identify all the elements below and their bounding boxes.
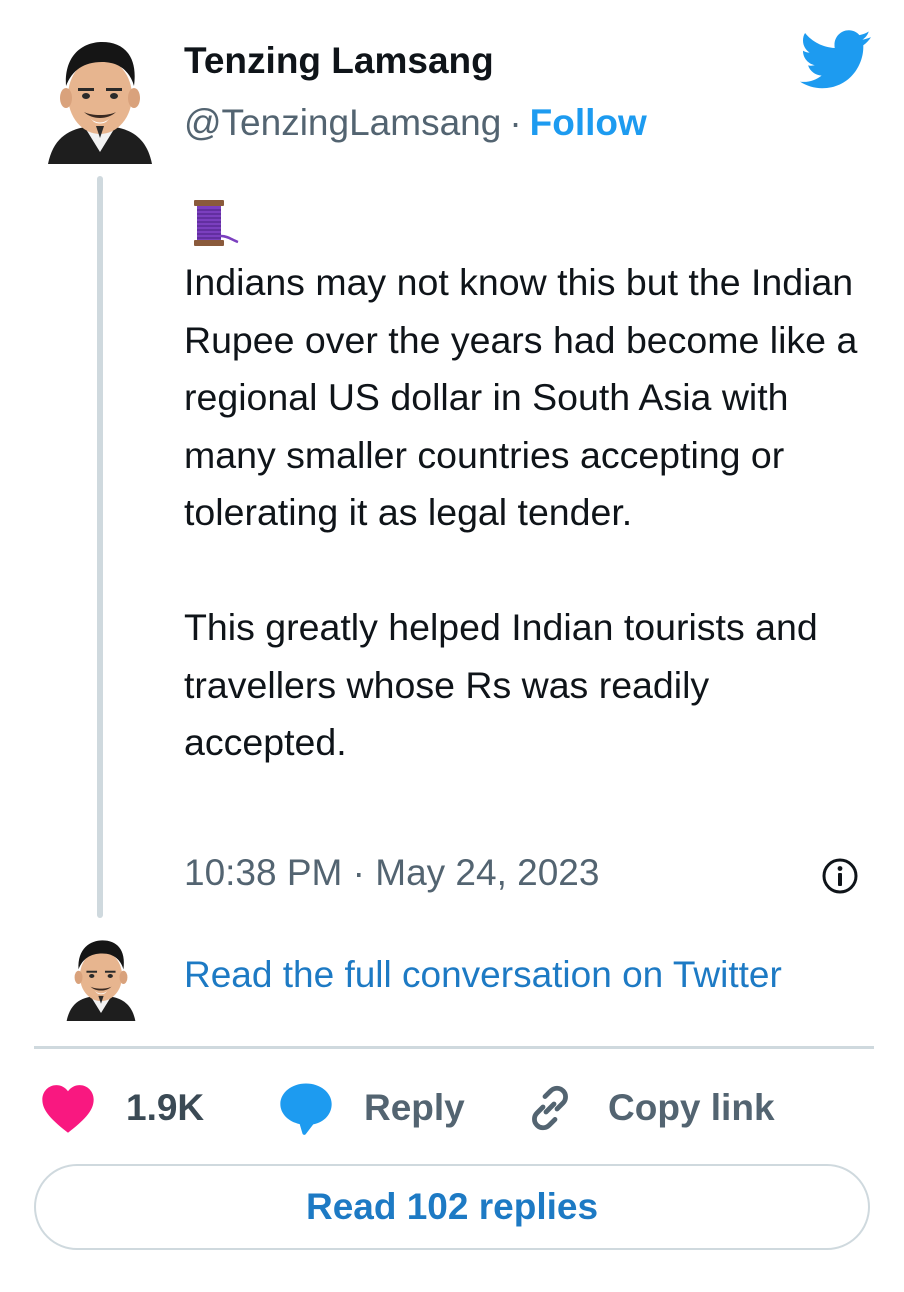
thread-spool-icon	[184, 196, 240, 252]
tweet-body: Indians may not know this but the Indian…	[184, 254, 874, 772]
follow-button[interactable]: Follow	[530, 102, 647, 143]
twitter-bird-icon[interactable]	[800, 28, 872, 92]
divider	[34, 1046, 874, 1049]
copy-link-label: Copy link	[608, 1087, 775, 1128]
like-count: 1.9K	[126, 1087, 205, 1128]
reply-button[interactable]: Reply	[278, 1078, 465, 1138]
avatar-portrait-image	[48, 42, 152, 164]
link-icon	[532, 1085, 568, 1131]
author-handle[interactable]: @TenzingLamsang	[184, 102, 501, 143]
info-icon[interactable]	[820, 856, 860, 896]
like-button[interactable]: 1.9K	[40, 1078, 204, 1138]
reply-label: Reply	[364, 1087, 465, 1128]
author-avatar[interactable]	[44, 34, 156, 164]
tweet-timestamp[interactable]: 10:38 PM · May 24, 2023	[184, 852, 599, 894]
speech-bubble-icon	[280, 1083, 332, 1135]
read-replies-button[interactable]: Read 102 replies	[34, 1164, 870, 1250]
heart-icon	[42, 1085, 94, 1133]
tweet-paragraph: This greatly helped Indian tourists and …	[184, 606, 818, 763]
author-name[interactable]: Tenzing Lamsang	[184, 40, 494, 82]
handle-separator: ·	[509, 102, 522, 143]
tweet-paragraph: Indians may not know this but the Indian…	[184, 261, 858, 533]
thread-connector-line	[97, 176, 103, 918]
author-handle-row: @TenzingLamsang · Follow	[184, 102, 647, 144]
author-avatar-small[interactable]	[64, 934, 138, 1022]
read-full-conversation-link[interactable]: Read the full conversation on Twitter	[184, 954, 782, 996]
action-bar: 1.9K Reply Copy link	[0, 1078, 904, 1138]
copy-link-button[interactable]: Copy link	[524, 1078, 775, 1138]
avatar-portrait-image	[66, 940, 136, 1021]
